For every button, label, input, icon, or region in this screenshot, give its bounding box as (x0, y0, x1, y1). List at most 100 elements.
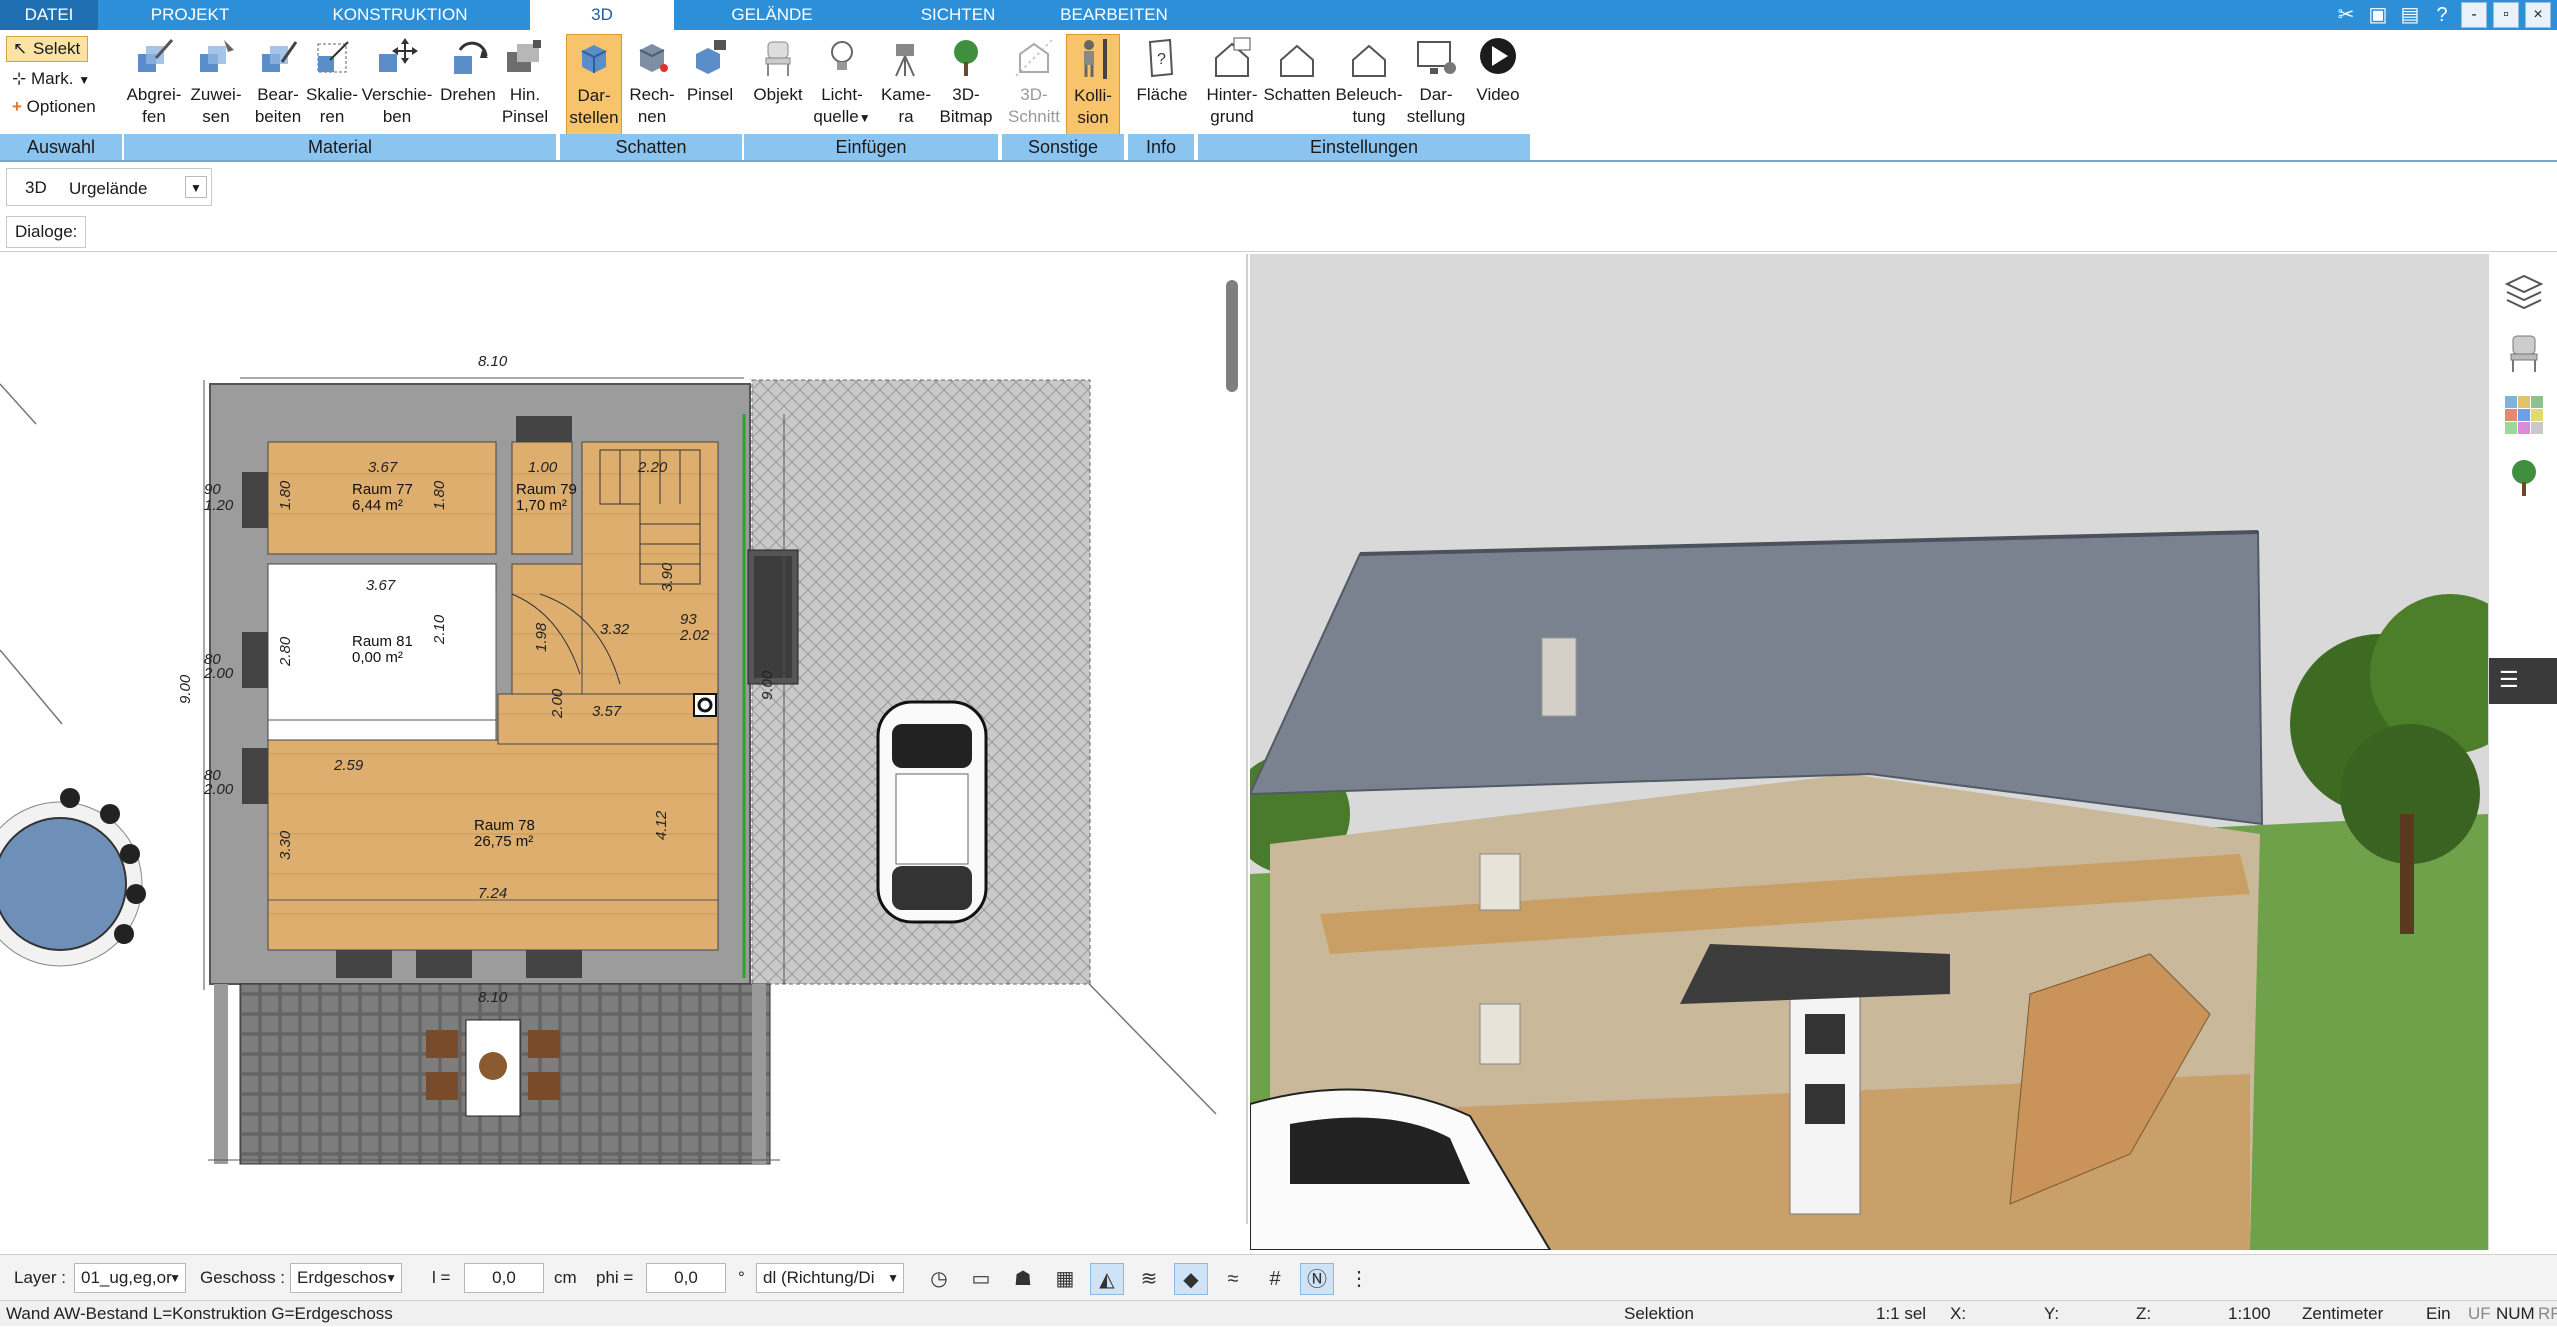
plane-view-icon[interactable]: ◆ (1174, 1263, 1208, 1295)
3d-view[interactable] (1250, 254, 2488, 1250)
room-77-name: Raum 77 (352, 481, 413, 498)
video-label1: Video (1476, 85, 1520, 104)
kamera-button[interactable]: Kame- ra (876, 34, 936, 138)
schatten-settings-button[interactable]: Schatten (1262, 34, 1332, 138)
paint-cube-icon (696, 40, 726, 74)
floor-plan-view[interactable]: 8.10 9.00 9.00 8.10 3.67 1.00 2.20 3.67 … (0, 254, 1248, 1224)
clock-icon[interactable]: ◷ (922, 1263, 956, 1295)
lichtquelle-button[interactable]: Licht- quelle▼ (812, 34, 872, 138)
optionen-button[interactable]: + Optionen (12, 94, 96, 120)
chevron-down-icon: ▼ (78, 73, 91, 87)
group-sonstige: Sonstige (1002, 134, 1124, 160)
3d-bitmap-label2: Bitmap (939, 107, 993, 126)
tab-projekt[interactable]: PROJEKT (130, 0, 250, 30)
layers-icon[interactable] (2503, 270, 2545, 312)
cube-view-icon[interactable]: ▦ (1048, 1263, 1082, 1295)
monitor-settings-icon (1417, 41, 1456, 74)
texture-icon[interactable] (2503, 394, 2545, 436)
status-sel: 1:1 sel (1876, 1304, 1927, 1323)
room-81-area: 0,00 m² (352, 649, 403, 666)
wall-view-icon[interactable]: ◭ (1090, 1263, 1124, 1295)
3d-schnitt-label2: Schnitt (1008, 107, 1060, 126)
tab-3d[interactable]: 3D (530, 0, 674, 30)
dim-412: 4.12 (653, 810, 670, 840)
person-view-icon[interactable]: ☗ (1006, 1263, 1040, 1295)
restore-button[interactable]: ▫ (2493, 2, 2519, 28)
close-button[interactable]: × (2525, 2, 2551, 28)
mode-label: 3D (25, 178, 47, 197)
group-einfuegen: Einfügen (744, 134, 998, 160)
3d-scene[interactable] (1250, 254, 2488, 1250)
abgreifen-button[interactable]: Abgrei- fen (124, 34, 184, 138)
status-rf: RF (2538, 1304, 2557, 1323)
optionen-label: Optionen (26, 97, 96, 116)
video-button[interactable]: Video (1470, 34, 1526, 138)
help-icon[interactable]: ? (2429, 2, 2455, 28)
floor-plan-drawing[interactable]: 8.10 9.00 9.00 8.10 3.67 1.00 2.20 3.67 … (0, 254, 1248, 1224)
menu-lines-icon: ☰ (2499, 667, 2519, 692)
3d-bitmap-label1: 3D- (952, 85, 980, 104)
l-value: 0,0 (492, 1268, 516, 1287)
tab-sichten[interactable]: SICHTEN (900, 0, 1016, 30)
chair-insert-icon (765, 41, 791, 76)
tab-datei[interactable]: DATEI (0, 0, 98, 30)
darstellung-button[interactable]: Dar- stellung (1404, 34, 1468, 138)
vertical-scrollbar-thumb[interactable] (1226, 280, 1238, 392)
rechnen-button[interactable]: Rech- nen (624, 34, 680, 138)
room-78-name: Raum 78 (474, 817, 535, 834)
dim-202: 2.02 (679, 627, 710, 644)
hin-pinsel-button[interactable]: Hin. Pinsel (500, 34, 550, 138)
beleuchtung-button[interactable]: Beleuch- tung (1334, 34, 1404, 138)
geschoss-select[interactable]: Erdgeschos ▼ (290, 1263, 402, 1293)
tab-konstruktion[interactable]: KONSTRUKTION (320, 0, 480, 30)
darstellen-button[interactable]: Dar- stellen (566, 34, 622, 138)
direction-select[interactable]: dl (Richtung/Di ▼ (756, 1263, 904, 1293)
north-icon[interactable]: Ⓝ (1300, 1263, 1334, 1295)
group-auswahl: Auswahl (0, 134, 122, 160)
target-marker[interactable] (693, 693, 717, 717)
dialog-row: Dialoge: (0, 212, 2557, 252)
minimize-button[interactable]: - (2461, 2, 2487, 28)
chair-icon[interactable] (2503, 332, 2545, 374)
chevron-down-icon: ▼ (385, 1271, 397, 1285)
selekt-button[interactable]: ↖ Selekt (6, 36, 88, 62)
door-glass-mid (1805, 1084, 1845, 1124)
chevron-down-icon[interactable]: ▼ (185, 176, 207, 198)
monitor-icon[interactable]: ▭ (964, 1263, 998, 1295)
layer-label: Layer : (14, 1268, 66, 1287)
grid-icon[interactable]: # (1258, 1263, 1292, 1295)
mark-button[interactable]: ⊹ Mark. ▼ (12, 66, 90, 93)
terrain-select[interactable]: 3D Urgelände ▼ (6, 168, 212, 206)
skalieren-label2: ren (319, 107, 345, 126)
3d-schnitt-button[interactable]: 3D- Schnitt (1006, 34, 1062, 138)
3d-bitmap-button[interactable]: 3D- Bitmap (938, 34, 994, 138)
panel-toggle-button[interactable]: ☰ (2489, 658, 2557, 704)
skalieren-button[interactable]: Skalie- ren (302, 34, 362, 138)
lichtquelle-label1: Licht- (821, 85, 863, 104)
paste-icon[interactable]: ▤ (2397, 2, 2423, 28)
tree-icon[interactable] (2503, 456, 2545, 498)
kollision-button[interactable]: Kolli- sion (1066, 34, 1120, 138)
objekt-button[interactable]: Objekt (750, 34, 806, 138)
pinsel-button[interactable]: Pinsel (684, 34, 736, 138)
tab-gelaende[interactable]: GELÄNDE (710, 0, 834, 30)
dim-left: 9.00 (177, 674, 194, 704)
more-icon[interactable]: ⋮ (1342, 1263, 1376, 1295)
terrain-view-icon[interactable]: ≈ (1216, 1263, 1250, 1295)
zuweisen-button[interactable]: Zuwei- sen (186, 34, 246, 138)
stack-view-icon[interactable]: ≋ (1132, 1263, 1166, 1295)
tools-icon[interactable]: ✂ (2333, 2, 2359, 28)
edit-material-icon (262, 41, 298, 72)
clipboard-icon[interactable]: ▣ (2365, 2, 2391, 28)
layer-select[interactable]: 01_ug,eg,or ▼ (74, 1263, 186, 1293)
hintergrund-button[interactable]: Hinter- grund (1202, 34, 1262, 138)
tab-bearbeiten[interactable]: BEARBEITEN (1054, 0, 1174, 30)
l-input[interactable]: 0,0 (464, 1263, 544, 1293)
area-info-icon: ? (1148, 38, 1174, 78)
verschieben-button[interactable]: Verschie- ben (360, 34, 434, 138)
flaeche-button[interactable]: ? Fläche (1132, 34, 1192, 138)
bearbeiten-button[interactable]: Bear- beiten (248, 34, 308, 138)
hin-pinsel-label2: Pinsel (501, 107, 549, 126)
drehen-button[interactable]: Drehen (436, 34, 500, 138)
phi-input[interactable]: 0,0 (646, 1263, 726, 1293)
